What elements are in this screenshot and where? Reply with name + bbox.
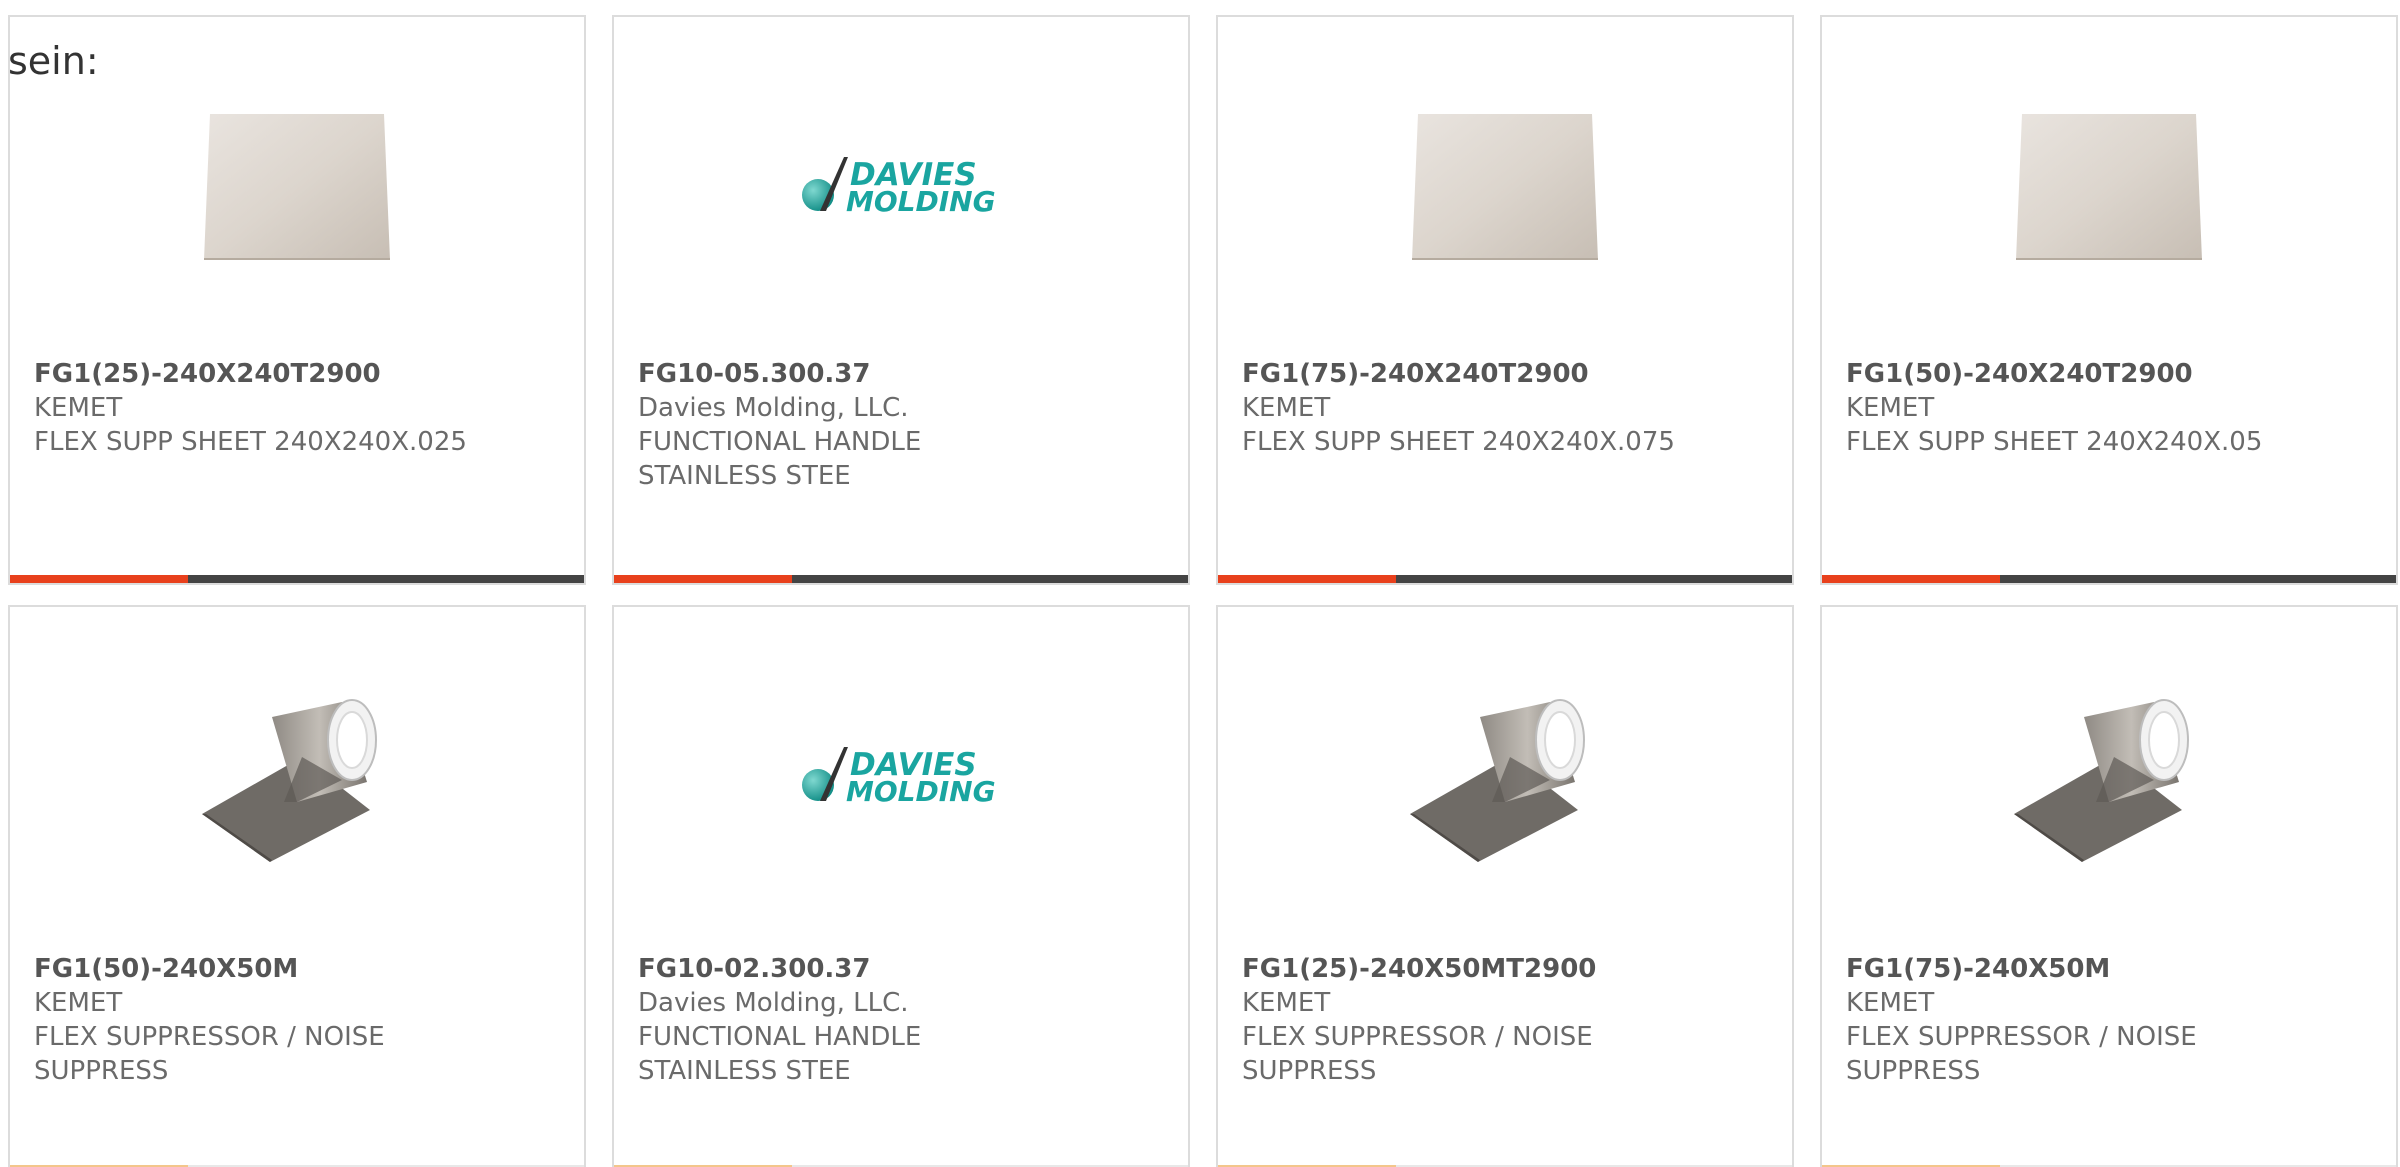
roll-image xyxy=(2014,699,2189,862)
part-number[interactable]: FG1(25)-240X50MT2900 xyxy=(1242,952,1772,986)
product-info: FG10-02.300.37 Davies Molding, LLC. FUNC… xyxy=(638,952,1168,1088)
product-info: FG1(50)-240X50M KEMET FLEX SUPPRESSOR / … xyxy=(34,952,564,1088)
davies-molding-logo: DAVIES MOLDING xyxy=(802,747,996,808)
description: FLEX SUPP SHEET 240X240X.075 xyxy=(1242,427,1675,457)
product-info: FG1(75)-240X50M KEMET FLEX SUPPRESSOR / … xyxy=(1846,952,2376,1088)
product-image-area[interactable]: DAVIES MOLDING xyxy=(614,687,1188,867)
product-info: FG10-05.300.37 Davies Molding, LLC. FUNC… xyxy=(638,357,1168,493)
product-image-area[interactable] xyxy=(1822,672,2396,862)
product-image-area[interactable] xyxy=(1218,672,1792,862)
description: FLEX SUPPRESSOR / NOISE SUPPRESS xyxy=(1846,1022,2197,1086)
manufacturer: KEMET xyxy=(1242,988,1331,1018)
product-card[interactable]: FG1(25)-240X50MT2900 KEMET FLEX SUPPRESS… xyxy=(1216,605,1794,1167)
progress-bar-fill xyxy=(1822,575,2000,583)
part-number[interactable]: FG10-02.300.37 xyxy=(638,952,1168,986)
sheet-image xyxy=(2016,114,2202,260)
progress-bar-fill xyxy=(614,575,792,583)
product-grid: FG1(25)-240X240T2900 KEMET FLEX SUPP SHE… xyxy=(8,15,2398,1167)
progress-bar xyxy=(10,575,584,583)
sheet-image xyxy=(1412,114,1598,260)
product-image-area[interactable] xyxy=(1822,97,2396,277)
part-number[interactable]: FG1(75)-240X50M xyxy=(1846,952,2376,986)
product-image-area[interactable]: DAVIES MOLDING xyxy=(614,97,1188,277)
product-card[interactable]: FG1(75)-240X240T2900 KEMET FLEX SUPP SHE… xyxy=(1216,15,1794,585)
description: FLEX SUPPRESSOR / NOISE SUPPRESS xyxy=(34,1022,385,1086)
page: sein: FG1(25)-240X240T2900 KEMET FLEX SU… xyxy=(0,0,2400,1167)
product-info: FG1(25)-240X50MT2900 KEMET FLEX SUPPRESS… xyxy=(1242,952,1772,1088)
description: FUNCTIONAL HANDLE STAINLESS STEE xyxy=(638,427,922,491)
progress-bar-fill xyxy=(10,575,188,583)
manufacturer: KEMET xyxy=(1846,393,1935,423)
progress-bar xyxy=(1218,575,1792,583)
product-image-area[interactable] xyxy=(10,97,584,277)
description: FLEX SUPP SHEET 240X240X.05 xyxy=(1846,427,2263,457)
part-number[interactable]: FG1(25)-240X240T2900 xyxy=(34,357,564,391)
product-card[interactable]: FG1(50)-240X50M KEMET FLEX SUPPRESSOR / … xyxy=(8,605,586,1167)
manufacturer: KEMET xyxy=(34,988,123,1018)
davies-molding-logo: DAVIES MOLDING xyxy=(802,157,996,218)
sheet-image xyxy=(204,114,390,260)
part-number[interactable]: FG1(50)-240X240T2900 xyxy=(1846,357,2376,391)
product-card[interactable]: FG1(50)-240X240T2900 KEMET FLEX SUPP SHE… xyxy=(1820,15,2398,585)
logo-line2: MOLDING xyxy=(846,775,996,808)
part-number[interactable]: FG10-05.300.37 xyxy=(638,357,1168,391)
product-info: FG1(25)-240X240T2900 KEMET FLEX SUPP SHE… xyxy=(34,357,564,459)
manufacturer: Davies Molding, LLC. xyxy=(638,988,909,1018)
product-card[interactable]: DAVIES MOLDING FG10-05.300.37 Davies Mol… xyxy=(612,15,1190,585)
manufacturer: Davies Molding, LLC. xyxy=(638,393,909,423)
description: FLEX SUPP SHEET 240X240X.025 xyxy=(34,427,467,457)
description: FLEX SUPPRESSOR / NOISE SUPPRESS xyxy=(1242,1022,1593,1086)
product-card[interactable]: FG1(25)-240X240T2900 KEMET FLEX SUPP SHE… xyxy=(8,15,586,585)
product-info: FG1(50)-240X240T2900 KEMET FLEX SUPP SHE… xyxy=(1846,357,2376,459)
progress-bar-fill xyxy=(1218,575,1396,583)
part-number[interactable]: FG1(75)-240X240T2900 xyxy=(1242,357,1772,391)
progress-bar xyxy=(614,575,1188,583)
manufacturer: KEMET xyxy=(1846,988,1935,1018)
product-image-area[interactable] xyxy=(10,672,584,862)
manufacturer: KEMET xyxy=(34,393,123,423)
roll-image xyxy=(202,699,377,862)
roll-image xyxy=(1410,699,1585,862)
progress-bar xyxy=(1822,575,2396,583)
product-image-area[interactable] xyxy=(1218,97,1792,277)
product-info: FG1(75)-240X240T2900 KEMET FLEX SUPP SHE… xyxy=(1242,357,1772,459)
part-number[interactable]: FG1(50)-240X50M xyxy=(34,952,564,986)
description: FUNCTIONAL HANDLE STAINLESS STEE xyxy=(638,1022,922,1086)
product-card[interactable]: DAVIES MOLDING FG10-02.300.37 Davies Mol… xyxy=(612,605,1190,1167)
manufacturer: KEMET xyxy=(1242,393,1331,423)
product-card[interactable]: FG1(75)-240X50M KEMET FLEX SUPPRESSOR / … xyxy=(1820,605,2398,1167)
intro-text: sein: xyxy=(8,39,99,83)
logo-line2: MOLDING xyxy=(846,185,996,218)
